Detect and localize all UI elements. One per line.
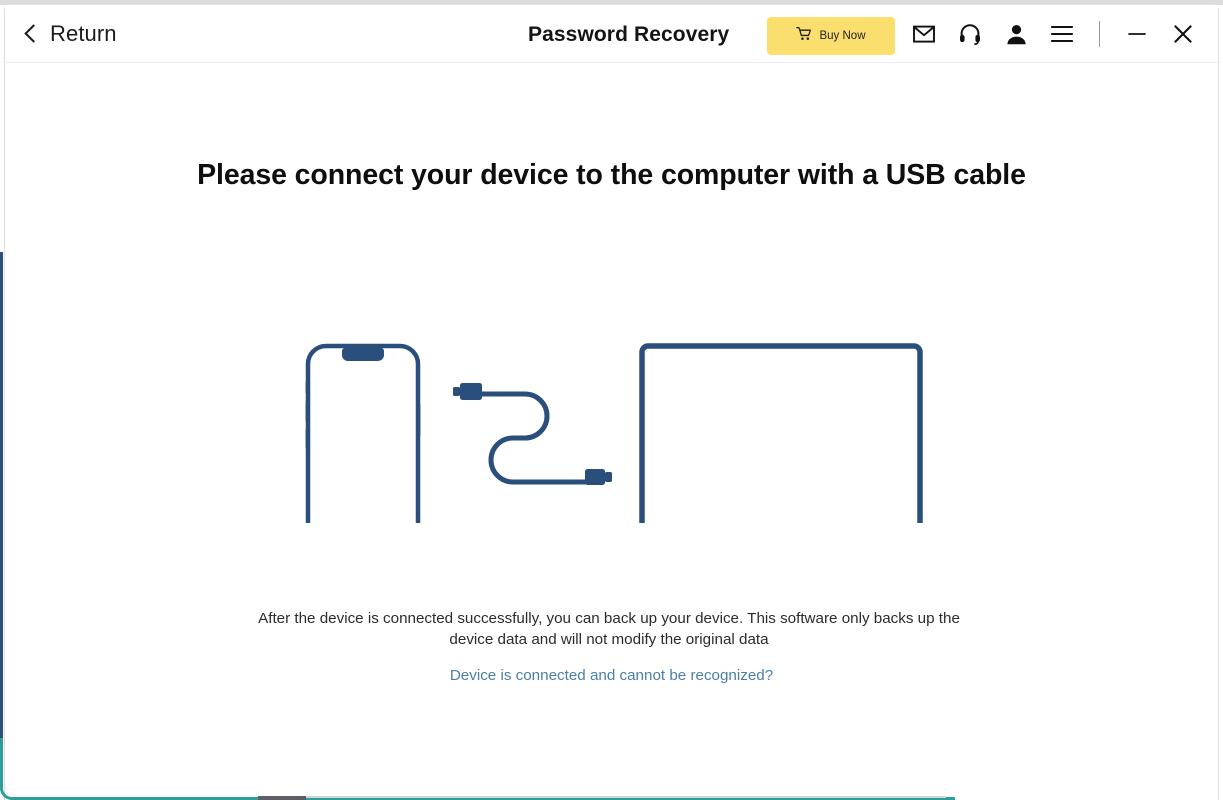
shopping-cart-icon	[796, 26, 813, 47]
headset-icon[interactable]	[947, 11, 993, 57]
description-text: After the device is connected successful…	[258, 610, 960, 648]
hamburger-menu-icon[interactable]	[1039, 11, 1085, 57]
buy-now-label: Buy Now	[819, 30, 866, 42]
minimize-icon[interactable]	[1114, 11, 1160, 57]
desktop-monitor-icon	[639, 343, 923, 579]
return-button[interactable]: Return	[24, 20, 117, 47]
buy-now-button[interactable]: Buy Now	[767, 17, 895, 55]
chevron-left-icon	[24, 24, 43, 43]
titlebar-icon-group	[901, 5, 1206, 63]
page-title: Password Recovery	[528, 23, 730, 46]
window-left-edge-accent	[0, 252, 3, 744]
headline: Please connect your device to the comput…	[197, 159, 1026, 191]
smartphone-icon	[305, 343, 421, 571]
app-window: Return Password Recovery Buy Now Please …	[0, 0, 1223, 800]
close-icon[interactable]	[1160, 11, 1206, 57]
mail-icon[interactable]	[901, 11, 947, 57]
titlebar: Return Password Recovery Buy Now	[5, 5, 1218, 63]
return-button-label: Return	[50, 20, 117, 46]
window-bottom-edge-line	[306, 796, 946, 798]
phone-usb-cable-monitor-illustration	[5, 273, 1218, 579]
device-not-recognized-link[interactable]: Device is connected and cannot be recogn…	[5, 667, 1218, 684]
main-content: Please connect your device to the comput…	[5, 63, 1218, 800]
titlebar-divider	[1099, 21, 1100, 47]
window-bottom-edge-tab	[258, 796, 306, 800]
usb-cable-icon	[453, 383, 612, 485]
user-icon[interactable]	[993, 11, 1039, 57]
